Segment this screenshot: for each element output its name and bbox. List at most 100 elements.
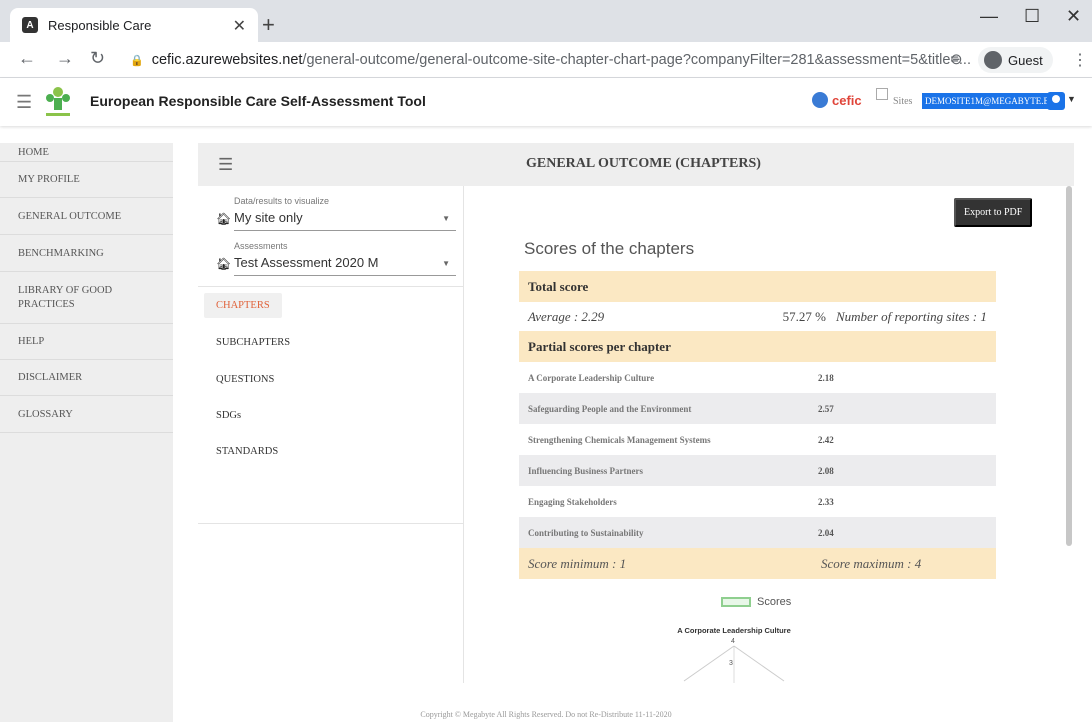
chapter-name: A Corporate Leadership Culture xyxy=(528,372,655,383)
data-filter-select[interactable]: Data/results to visualize 🏠︎ My site onl… xyxy=(216,196,456,236)
new-tab-icon[interactable]: + xyxy=(262,12,275,38)
tab-questions[interactable]: QUESTIONS xyxy=(216,374,274,385)
panel-menu-icon[interactable]: ☰ xyxy=(218,155,233,175)
maximize-icon[interactable]: ☐ xyxy=(1024,6,1040,27)
tab-standards[interactable]: STANDARDS xyxy=(216,446,278,457)
chapter-score: 2.08 xyxy=(818,465,834,476)
average-score: Average : 2.29 xyxy=(528,308,605,324)
zoom-icon[interactable]: ⊖ xyxy=(950,50,963,68)
chapter-score: 2.33 xyxy=(818,496,834,507)
tab-sdgs[interactable]: SDGs xyxy=(216,410,241,421)
chevron-down-icon[interactable]: ▼ xyxy=(1067,94,1076,104)
dropdown-arrow-icon[interactable]: ▼ xyxy=(442,214,450,223)
forward-icon[interactable]: → xyxy=(56,48,74,69)
partial-scores-header: Partial scores per chapter xyxy=(519,331,996,362)
chapter-name: Influencing Business Partners xyxy=(528,465,644,476)
divider xyxy=(198,523,464,524)
sidebar-item-benchmarking[interactable]: BENCHMARKING xyxy=(0,235,173,272)
tab-close-icon[interactable]: ✕ xyxy=(233,16,246,36)
url-path: /general-outcome/general-outcome-site-ch… xyxy=(302,52,970,68)
lock-icon: 🔒 xyxy=(130,54,144,67)
sidebar-item-help[interactable]: HELP xyxy=(0,324,173,360)
minimize-icon[interactable]: — xyxy=(980,6,998,27)
reload-icon[interactable]: ↻ xyxy=(90,48,105,69)
export-pdf-button[interactable]: Export to PDF xyxy=(954,198,1033,227)
tab-subchapters[interactable]: SUBCHAPTERS xyxy=(216,337,290,348)
browser-tab[interactable]: A Responsible Care ✕ xyxy=(10,8,258,42)
cefic-logo-icon xyxy=(812,92,828,108)
reporting-sites: Number of reporting sites : 1 xyxy=(836,308,987,324)
radar-grid-line xyxy=(733,645,785,682)
table-row: Safeguarding People and the Environment … xyxy=(519,393,996,424)
address-bar[interactable]: 🔒 cefic.azurewebsites.net /general-outco… xyxy=(120,46,970,74)
radar-axis-label: A Corporate Leadership Culture xyxy=(677,626,791,635)
chapter-score: 2.42 xyxy=(818,434,834,445)
data-filter-value: My site only xyxy=(234,210,303,225)
responsible-care-logo xyxy=(46,87,70,116)
user-email[interactable]: DEMOSITE1M@MEGABYTE.BE xyxy=(922,93,1059,109)
dropdown-arrow-icon[interactable]: ▼ xyxy=(442,259,450,268)
panel-header: ☰ GENERAL OUTCOME (CHAPTERS) xyxy=(198,143,1074,186)
table-row: A Corporate Leadership Culture 2.18 xyxy=(519,362,996,393)
chapter-score: 2.57 xyxy=(818,403,834,414)
browser-menu-icon[interactable]: ⋮ xyxy=(1072,50,1088,70)
chapter-score: 2.04 xyxy=(818,527,834,538)
chapter-name: Strengthening Chemicals Management Syste… xyxy=(528,434,711,445)
divider xyxy=(198,286,464,287)
legend-swatch xyxy=(721,597,751,607)
select-underline xyxy=(234,230,456,231)
total-score-row: Average : 2.29 57.27 % Number of reporti… xyxy=(519,302,996,331)
app-header: ☰ European Responsible Care Self-Assessm… xyxy=(0,78,1092,126)
footer-copyright: Copyright © Megabyte All Rights Reserved… xyxy=(420,710,672,719)
data-filter-label: Data/results to visualize xyxy=(234,196,330,206)
cefic-logo: cefic xyxy=(812,92,862,108)
chapter-name: Engaging Stakeholders xyxy=(528,496,617,507)
chapter-score: 2.18 xyxy=(818,372,834,383)
assessment-select[interactable]: Assessments 🏠︎ Test Assessment 2020 M ▼ xyxy=(216,241,456,281)
app-title: European Responsible Care Self-Assessmen… xyxy=(90,93,426,109)
percent-score: 57.27 % xyxy=(782,308,826,324)
main-panel: ☰ GENERAL OUTCOME (CHAPTERS) Data/result… xyxy=(198,143,1074,683)
scrollbar[interactable] xyxy=(1066,186,1072,546)
legend-label: Scores xyxy=(757,596,792,608)
profile-label: Guest xyxy=(1008,52,1043,68)
page-title: GENERAL OUTCOME (CHAPTERS) xyxy=(526,156,761,171)
sidebar: HOME MY PROFILE GENERAL OUTCOME BENCHMAR… xyxy=(0,143,173,722)
select-underline xyxy=(234,275,456,276)
profile-button[interactable]: Guest xyxy=(978,47,1053,73)
home-icon: 🏠︎ xyxy=(216,212,232,226)
app-favicon-icon: A xyxy=(22,17,38,33)
home-icon: 🏠︎ xyxy=(216,257,232,271)
scores-table: Total score Average : 2.29 57.27 % Numbe… xyxy=(519,271,996,579)
window-close-icon[interactable]: ✕ xyxy=(1066,6,1081,27)
chart-legend[interactable]: Scores xyxy=(721,596,791,608)
user-account-icon[interactable] xyxy=(1047,92,1065,110)
url-host: cefic.azurewebsites.net xyxy=(151,52,303,68)
menu-icon[interactable]: ☰ xyxy=(16,92,32,113)
radar-chart xyxy=(683,645,785,683)
sidebar-item-general-outcome[interactable]: GENERAL OUTCOME xyxy=(0,198,173,235)
table-row: Contributing to Sustainability 2.04 xyxy=(519,517,996,548)
back-icon[interactable]: ← xyxy=(18,48,36,69)
assessment-value: Test Assessment 2020 M xyxy=(234,255,379,270)
score-maximum: Score maximum : 4 xyxy=(821,555,922,571)
tab-chapters[interactable]: CHAPTERS xyxy=(204,293,282,318)
browser-tab-bar: A Responsible Care ✕ + — ☐ ✕ xyxy=(0,0,1092,42)
broken-image-icon xyxy=(876,88,888,100)
radar-grid-line xyxy=(683,645,735,682)
sites-link[interactable]: Sites xyxy=(893,96,912,107)
sidebar-item-my-profile[interactable]: MY PROFILE xyxy=(0,162,173,198)
score-minimum: Score minimum : 1 xyxy=(528,555,627,571)
table-row: Strengthening Chemicals Management Syste… xyxy=(519,424,996,455)
profile-avatar-icon xyxy=(984,51,1002,69)
table-row: Engaging Stakeholders 2.33 xyxy=(519,486,996,517)
scores-title: Scores of the chapters xyxy=(524,239,695,258)
sidebar-item-disclaimer[interactable]: DISCLAIMER xyxy=(0,360,173,396)
filter-column: Data/results to visualize 🏠︎ My site onl… xyxy=(198,186,464,683)
sidebar-item-library-of-good-practices[interactable]: LIBRARY OF GOOD PRACTICES xyxy=(0,272,173,324)
total-score-header: Total score xyxy=(519,271,996,302)
sidebar-item-home[interactable]: HOME xyxy=(0,143,173,162)
chapter-name: Safeguarding People and the Environment xyxy=(528,403,692,414)
sidebar-item-glossary[interactable]: GLOSSARY xyxy=(0,396,173,433)
browser-toolbar: ← → ↻ 🔒 cefic.azurewebsites.net /general… xyxy=(0,42,1092,78)
